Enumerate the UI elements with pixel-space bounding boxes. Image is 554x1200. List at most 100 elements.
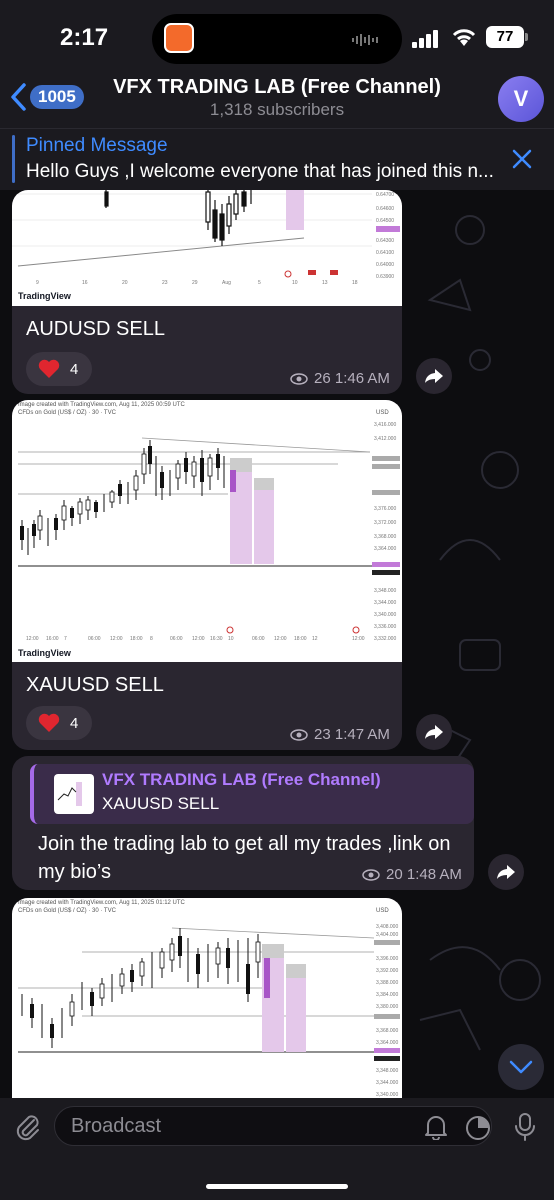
message-time: 1:46 AM bbox=[334, 370, 390, 387]
svg-text:3,388.000: 3,388.000 bbox=[376, 980, 398, 986]
svg-text:16:30: 16:30 bbox=[210, 636, 223, 642]
svg-text:3,364.000: 3,364.000 bbox=[376, 1040, 398, 1046]
reaction-count: 4 bbox=[70, 360, 79, 378]
share-button[interactable] bbox=[488, 854, 524, 890]
svg-text:12:00: 12:00 bbox=[192, 636, 205, 642]
share-arrow-icon bbox=[497, 865, 515, 879]
svg-text:3,416.000: 3,416.000 bbox=[374, 422, 396, 428]
chevron-down-icon bbox=[509, 1060, 533, 1074]
heart-reaction[interactable]: 4 bbox=[26, 352, 92, 386]
svg-text:Aug: Aug bbox=[222, 280, 231, 286]
svg-text:3,392.000: 3,392.000 bbox=[376, 968, 398, 974]
chart-image-xauusd-2[interactable]: Image created with TradingView.com, Aug … bbox=[12, 898, 402, 1098]
views-eye-icon bbox=[290, 728, 308, 741]
svg-text:0.63900: 0.63900 bbox=[376, 274, 394, 280]
chart-header-text: Image created with TradingView.com, Aug … bbox=[18, 900, 185, 906]
heart-reaction[interactable]: 4 bbox=[26, 706, 92, 740]
live-activity-app-icon bbox=[164, 23, 194, 53]
svg-text:0.64000: 0.64000 bbox=[376, 262, 394, 268]
message-bubble-xauusd-2[interactable]: Image created with TradingView.com, Aug … bbox=[12, 898, 402, 1098]
message-meta: 20 1:48 AM bbox=[362, 866, 462, 883]
svg-text:3,340.000: 3,340.000 bbox=[374, 612, 396, 618]
dynamic-island bbox=[152, 14, 402, 64]
close-pinned-icon[interactable] bbox=[510, 147, 534, 171]
message-time: 1:48 AM bbox=[406, 866, 462, 883]
svg-text:3,380.000: 3,380.000 bbox=[376, 1004, 398, 1010]
xauusd-chart-2-graphic: 3,408.000 3,404.000 3,396.000 3,392.000 3,3… bbox=[18, 924, 400, 1098]
message-bubble-xauusd[interactable]: Image created with TradingView.com, Aug … bbox=[12, 400, 402, 750]
share-button[interactable] bbox=[416, 358, 452, 394]
svg-text:3,344.000: 3,344.000 bbox=[374, 600, 396, 606]
svg-text:3,376.000: 3,376.000 bbox=[374, 506, 396, 512]
scroll-to-bottom-button[interactable] bbox=[498, 1044, 544, 1090]
svg-text:0.64300: 0.64300 bbox=[376, 238, 394, 244]
tradingview-logo: TradingView bbox=[18, 648, 71, 658]
view-count: 26 bbox=[314, 370, 331, 387]
svg-text:23: 23 bbox=[162, 280, 168, 286]
price-axis-label: USD bbox=[376, 410, 389, 416]
svg-text:12:00: 12:00 bbox=[274, 636, 287, 642]
svg-text:3,408.000: 3,408.000 bbox=[376, 924, 398, 930]
svg-text:06:00: 06:00 bbox=[88, 636, 101, 642]
microphone-icon[interactable] bbox=[514, 1112, 536, 1142]
svg-text:12:00: 12:00 bbox=[26, 636, 39, 642]
share-arrow-icon bbox=[425, 725, 443, 739]
chart-symbol-text: CFDs on Gold (US$ / OZ) · 30 · TVC bbox=[18, 410, 116, 416]
channel-avatar[interactable]: V bbox=[498, 76, 544, 122]
svg-text:3,404.000: 3,404.000 bbox=[376, 932, 398, 938]
forwarded-text: XAUUSD SELL bbox=[102, 794, 220, 813]
view-count: 23 bbox=[314, 726, 331, 743]
svg-text:3,344.000: 3,344.000 bbox=[376, 1080, 398, 1086]
chart-symbol-text: CFDs on Gold (US$ / OZ) · 30 · TVC bbox=[18, 908, 116, 914]
chart-image-audusd[interactable]: 0.64700 0.64600 0.64500 0.64300 0.64100 0.64… bbox=[12, 190, 402, 306]
audio-wave-icon bbox=[352, 34, 378, 46]
message-time: 1:47 AM bbox=[334, 726, 390, 743]
thumbnail-chart-graphic bbox=[57, 782, 82, 806]
schedule-clock-icon[interactable] bbox=[464, 1114, 492, 1142]
cellular-signal-icon bbox=[412, 30, 438, 48]
heart-icon bbox=[38, 713, 60, 732]
paperclip-icon[interactable] bbox=[14, 1112, 42, 1142]
chevron-left-icon bbox=[11, 83, 26, 111]
svg-text:3,412.000: 3,412.000 bbox=[374, 436, 396, 442]
svg-text:9: 9 bbox=[36, 280, 39, 286]
svg-text:3,368.000: 3,368.000 bbox=[374, 534, 396, 540]
share-button[interactable] bbox=[416, 714, 452, 750]
chart-image-xauusd[interactable]: Image created with TradingView.com, Aug … bbox=[12, 400, 402, 662]
svg-text:0.64500: 0.64500 bbox=[376, 218, 394, 224]
message-caption: XAUUSD SELL bbox=[26, 674, 164, 696]
svg-text:16:00: 16:00 bbox=[46, 636, 59, 642]
svg-text:06:00: 06:00 bbox=[170, 636, 183, 642]
bell-icon[interactable] bbox=[424, 1114, 448, 1140]
pinned-message-bar[interactable]: Pinned Message Hello Guys ,I welcome eve… bbox=[0, 128, 554, 190]
svg-text:3,348.000: 3,348.000 bbox=[374, 588, 396, 594]
status-bar: 2:17 77 bbox=[0, 0, 554, 76]
message-meta: 26 1:46 AM bbox=[290, 370, 390, 387]
view-count: 20 bbox=[386, 866, 403, 883]
svg-text:29: 29 bbox=[192, 280, 198, 286]
unread-count-badge: 1005 bbox=[30, 85, 84, 109]
svg-text:3,384.000: 3,384.000 bbox=[376, 992, 398, 998]
svg-text:06:00: 06:00 bbox=[252, 636, 265, 642]
svg-text:3,336.000: 3,336.000 bbox=[374, 624, 396, 630]
message-bubble-audusd[interactable]: 0.64700 0.64600 0.64500 0.64300 0.64100 0.64… bbox=[12, 190, 402, 394]
svg-text:7: 7 bbox=[64, 636, 67, 642]
home-indicator[interactable] bbox=[206, 1184, 348, 1189]
svg-text:12:00: 12:00 bbox=[352, 636, 365, 642]
message-bubble-forwarded[interactable]: VFX TRADING LAB (Free Channel) XAUUSD SE… bbox=[12, 756, 474, 890]
svg-text:20: 20 bbox=[122, 280, 128, 286]
message-meta: 23 1:47 AM bbox=[290, 726, 390, 743]
pinned-text: Hello Guys ,I welcome everyone that has … bbox=[26, 161, 494, 182]
wifi-icon bbox=[452, 29, 476, 46]
chart-header-text: Image created with TradingView.com, Aug … bbox=[18, 402, 185, 408]
svg-text:0.64600: 0.64600 bbox=[376, 206, 394, 212]
status-time: 2:17 bbox=[60, 24, 109, 51]
forwarded-quote[interactable]: VFX TRADING LAB (Free Channel) XAUUSD SE… bbox=[30, 764, 474, 824]
svg-text:12:00: 12:00 bbox=[110, 636, 123, 642]
svg-text:0.64100: 0.64100 bbox=[376, 250, 394, 256]
svg-text:10: 10 bbox=[292, 280, 298, 286]
svg-text:3,332.000: 3,332.000 bbox=[374, 636, 396, 642]
back-button[interactable]: 1005 bbox=[8, 82, 84, 112]
svg-text:18: 18 bbox=[352, 280, 358, 286]
pinned-title: Pinned Message bbox=[26, 135, 168, 156]
